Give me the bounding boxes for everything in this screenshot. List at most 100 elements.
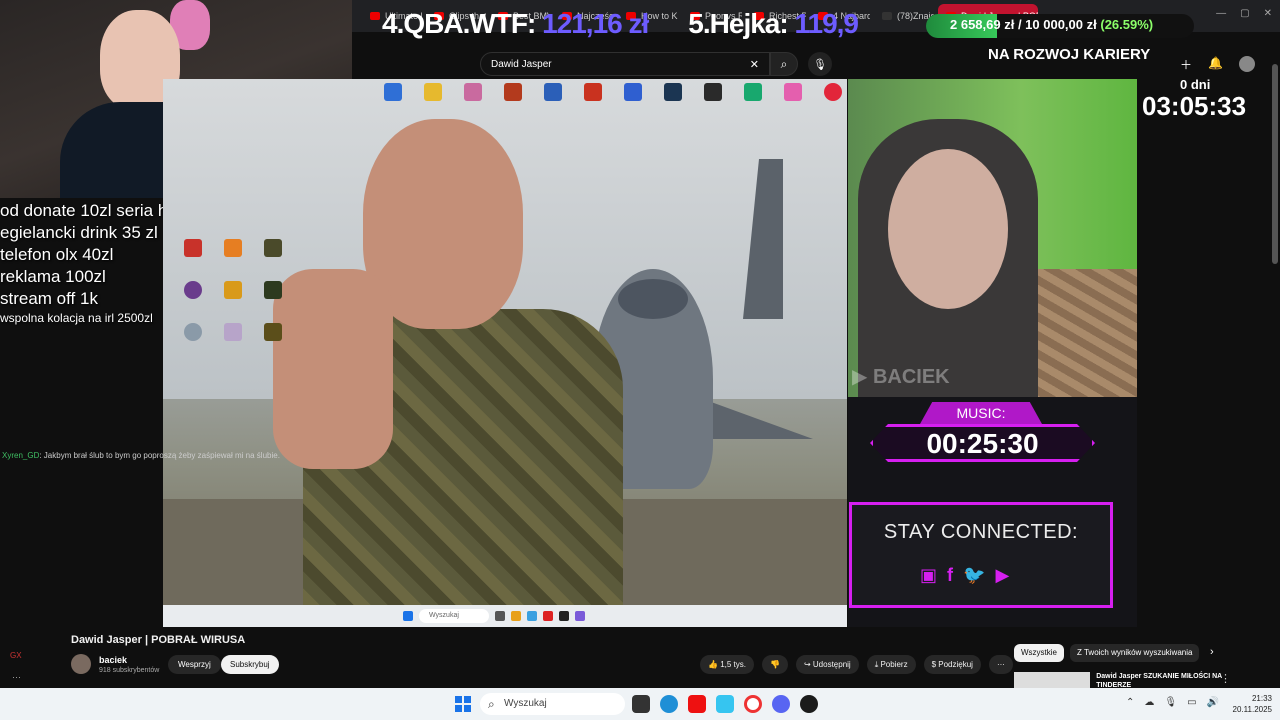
opera-gx-icon[interactable]	[744, 695, 762, 713]
channel-name[interactable]: baciek	[99, 655, 127, 665]
recommended-title[interactable]: Dawid Jasper SZUKANIE MIŁOŚCI NA TINDERZ…	[1096, 672, 1234, 689]
desktop-icons-left	[173, 239, 293, 341]
music-label: MUSIC:	[920, 402, 1042, 424]
desktop-icon	[784, 83, 802, 101]
desktop-icon	[184, 239, 202, 257]
video-title: Dawid Jasper | POBRAŁ WIRUSA	[71, 634, 246, 646]
desktop-icon	[184, 281, 202, 299]
more-icon: ···	[996, 660, 1005, 669]
desktop-icon	[184, 323, 202, 341]
share-icon: ↪	[803, 660, 813, 669]
clock-time: 21:33	[1251, 694, 1272, 703]
stay-connected-title: STAY CONNECTED:	[883, 521, 1079, 543]
youtube-icon[interactable]	[688, 695, 706, 713]
taskbar-icon	[511, 611, 521, 621]
chat-message: Xyren_GD: Jakbym brał ślub to bym go pop…	[2, 451, 280, 460]
subscribe-button[interactable]: Subskrybuj	[221, 655, 279, 674]
desktop-icon	[224, 239, 242, 257]
rank-5: 5.Hejka: 119,9	[688, 8, 859, 39]
system-tray: ⌃ ☁ 🎙 ▭ 🔊	[1126, 697, 1219, 708]
timer-days: 0 dni	[1180, 77, 1211, 92]
chip-from-search[interactable]: Z Twoich wyników wyszukiwania	[1070, 644, 1200, 662]
search-input[interactable]: Dawid Jasper ✕	[480, 52, 770, 76]
video-desktop-taskbar: Wyszukaj	[163, 605, 847, 627]
recommended-video[interactable]: Dawid Jasper SZUKANIE MIŁOŚCI NA TINDERZ…	[1014, 672, 1234, 689]
support-button[interactable]: Wesprzyj	[168, 655, 221, 674]
video-desktop-search: Wyszukaj	[419, 609, 489, 623]
desktop-icon	[424, 83, 442, 101]
screen: Ultimate P... Clips that ... Best BMW I.…	[0, 0, 1280, 720]
like-button[interactable]: 👍 1,5 tys.	[700, 655, 754, 674]
discord-icon[interactable]	[772, 695, 790, 713]
taskbar-icon	[495, 611, 505, 621]
clear-search-icon[interactable]: ✕	[750, 58, 759, 71]
tiktok-icon	[882, 12, 892, 20]
slack-icon[interactable]	[716, 695, 734, 713]
share-button[interactable]: ↪ Udostępnij	[795, 655, 859, 674]
maximize-button[interactable]: ▢	[1240, 8, 1249, 19]
task-view-icon[interactable]	[632, 695, 650, 713]
thumbs-up-icon: 👍	[708, 660, 721, 669]
voice-search-button[interactable]: 🎙	[808, 52, 832, 76]
create-icon[interactable]: ＋	[1180, 56, 1192, 73]
twitter-icon: 🐦	[963, 565, 986, 585]
video-player[interactable]: Wyszukaj	[163, 79, 847, 627]
search-button[interactable]: ⌕	[770, 52, 798, 76]
obs-icon[interactable]	[800, 695, 818, 713]
channel-avatar[interactable]	[71, 654, 91, 674]
more-vert-icon[interactable]: ⋮	[1220, 672, 1231, 685]
recommended-thumbnail[interactable]	[1014, 672, 1091, 688]
minimize-button[interactable]: —	[1216, 8, 1226, 19]
desktop-icon	[264, 281, 282, 299]
desktop-icon	[584, 83, 602, 101]
taskbar-clock[interactable]: 21:33 20.11.2025	[1228, 693, 1272, 715]
desktop-icon	[224, 323, 242, 341]
desktop-icon	[504, 83, 522, 101]
more-actions-button[interactable]: ···	[988, 655, 1013, 674]
desktop-icon	[544, 83, 562, 101]
chevron-up-icon[interactable]: ⌃	[1126, 697, 1134, 708]
bell-icon[interactable]: 🔔	[1208, 56, 1223, 73]
microphone-icon: 🎙	[813, 58, 827, 71]
window-controls: — ▢ ✕	[1216, 8, 1272, 19]
chip-all[interactable]: Wszystkie	[1014, 644, 1064, 662]
more-icon[interactable]: ···	[12, 672, 21, 682]
stay-connected-panel: STAY CONNECTED: ▣ f 🐦 ▶	[849, 502, 1113, 608]
browser-tab[interactable]: (78)Znajdź...	[874, 4, 934, 28]
scrollbar[interactable]	[1272, 64, 1278, 264]
donation-goal-bar: 2 658,69 zł / 10 000,00 zł (26.59%)	[926, 14, 1194, 38]
edge-icon[interactable]	[660, 695, 678, 713]
thanks-button[interactable]: $ Podziękuj	[923, 655, 981, 674]
start-button[interactable]	[455, 696, 471, 712]
dislike-button[interactable]: 👎	[761, 655, 788, 674]
microphone-icon[interactable]: 🎙	[1164, 697, 1177, 708]
rank-4: 4.QBA.WTF: 121,16 zł	[382, 8, 649, 39]
desktop-icon	[624, 83, 642, 101]
twitch-icon: ▣	[920, 565, 938, 585]
youtube-icon	[370, 12, 380, 20]
taskbar-icon	[559, 611, 569, 621]
taskbar-icon	[543, 611, 553, 621]
chevron-right-icon[interactable]: ›	[1210, 646, 1214, 658]
guest-webcam: ▶ BACIEK	[848, 79, 1137, 397]
avatar[interactable]	[1238, 56, 1255, 72]
recommendation-chips: Wszystkie Z Twoich wyników wyszukiwania	[1014, 644, 1200, 662]
download-button[interactable]: ⤓ Pobierz	[866, 655, 916, 674]
desktop-icon	[384, 83, 402, 101]
desktop-icon	[264, 239, 282, 257]
cloud-icon[interactable]: ☁	[1144, 697, 1154, 708]
gx-label: GX	[10, 651, 22, 660]
windows-taskbar: Wyszukaj ⌃ ☁ 🎙 ▭ 🔊 21:33 20.11.2025	[0, 688, 1280, 720]
desktop-icon	[224, 281, 242, 299]
close-button[interactable]: ✕	[1264, 8, 1272, 19]
windows-icon	[403, 611, 413, 621]
volume-icon[interactable]: 🔊	[1207, 697, 1219, 708]
desktop-icon	[464, 83, 482, 101]
taskbar-search[interactable]: Wyszukaj	[480, 693, 625, 715]
goal-text: 2 658,69 zł / 10 000,00 zł (26.59%)	[950, 17, 1154, 32]
steam-icon	[664, 83, 682, 101]
subscriber-count: 918 subskrybentów	[99, 667, 160, 674]
clock-date: 20.11.2025	[1232, 705, 1272, 714]
cam-watermark: ▶ BACIEK	[852, 366, 950, 388]
display-icon[interactable]: ▭	[1187, 697, 1196, 708]
